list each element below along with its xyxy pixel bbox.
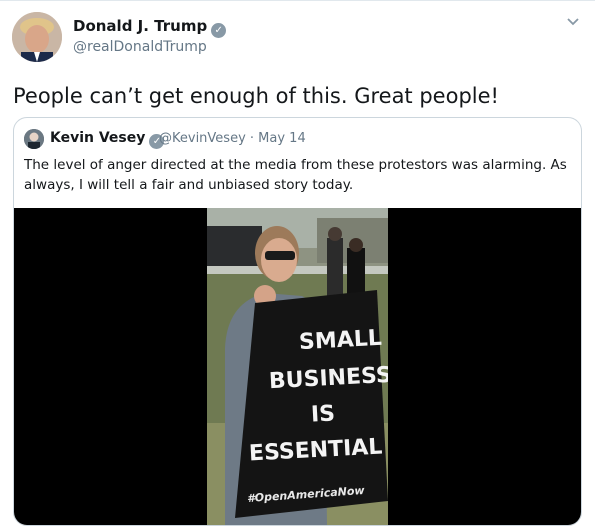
- video-frame[interactable]: SMALL BUSINESS IS ESSENTIAL #OpenAmerica…: [207, 208, 388, 525]
- author-handle[interactable]: @realDonaldTrump: [73, 39, 207, 55]
- quoted-author-name[interactable]: Kevin Vesey: [50, 130, 145, 146]
- quoted-tweet-card[interactable]: Kevin Vesey ✓ @KevinVesey · May 14 The le…: [13, 117, 582, 526]
- quoted-avatar-image: [24, 129, 44, 149]
- quoted-media[interactable]: SMALL BUSINESS IS ESSENTIAL #OpenAmerica…: [14, 208, 581, 525]
- quoted-author-name-row[interactable]: Kevin Vesey ✓: [50, 130, 165, 149]
- author-name-row[interactable]: Donald J. Trump ✓: [73, 17, 227, 38]
- author-name[interactable]: Donald J. Trump: [73, 17, 207, 35]
- verified-badge-icon: ✓: [211, 23, 227, 38]
- quoted-handle-date[interactable]: @KevinVesey · May 14: [159, 131, 306, 146]
- top-divider: [0, 0, 595, 1]
- quoted-tweet-text: The level of anger directed at the media…: [24, 157, 567, 193]
- sign-line-1: SMALL: [298, 325, 383, 356]
- author-avatar[interactable]: [12, 12, 62, 62]
- tweet-text: People can’t get enough of this. Great p…: [13, 84, 499, 108]
- quoted-author-avatar[interactable]: [24, 129, 44, 149]
- avatar-image: [12, 12, 62, 62]
- chevron-down-icon[interactable]: [566, 16, 580, 28]
- sign-line-3: IS: [310, 401, 336, 428]
